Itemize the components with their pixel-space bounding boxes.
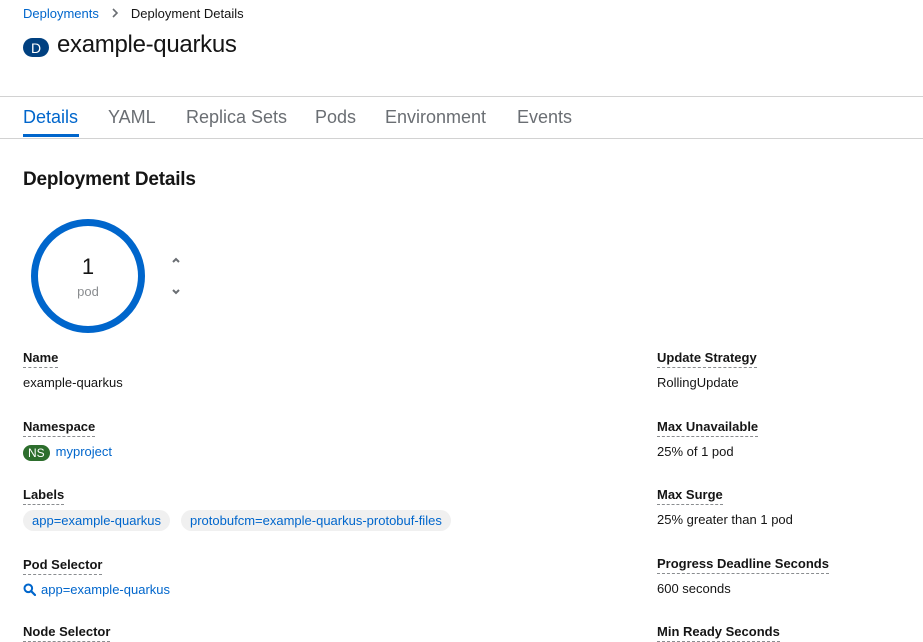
search-icon — [23, 583, 36, 596]
namespace-value: NS myproject — [23, 444, 112, 461]
breadcrumb-deployments-link[interactable]: Deployments — [23, 6, 99, 21]
labels-label: Labels — [23, 487, 65, 505]
pod-count: 1 — [81, 254, 95, 279]
section-title: Deployment Details — [23, 169, 196, 190]
active-tab-indicator — [23, 134, 79, 137]
namespace-badge: NS — [23, 444, 50, 461]
progress-deadline-value: 600 seconds — [657, 581, 731, 596]
tab-pods[interactable]: Pods — [315, 107, 356, 128]
tab-yaml[interactable]: YAML — [108, 107, 156, 128]
max-surge-label: Max Surge — [657, 487, 723, 505]
tab-replica-sets[interactable]: Replica Sets — [186, 107, 287, 128]
pod-selector-link[interactable]: app=example-quarkus — [23, 582, 170, 597]
breadcrumb-current: Deployment Details — [130, 5, 244, 21]
tab-events[interactable]: Events — [517, 107, 572, 128]
name-label: Name — [23, 350, 59, 368]
pod-selector-label: Pod Selector — [23, 557, 103, 575]
tab-environment[interactable]: Environment — [385, 107, 486, 128]
namespace-link[interactable]: myproject — [56, 444, 112, 459]
max-unavailable-label: Max Unavailable — [657, 419, 759, 437]
update-strategy-label: Update Strategy — [657, 350, 757, 368]
tab-bar: Details YAML Replica Sets Pods Environme… — [0, 96, 923, 139]
max-surge-value: 25% greater than 1 pod — [657, 512, 793, 527]
node-selector-label: Node Selector — [23, 624, 111, 642]
label-chip[interactable]: protobufcm=example-quarkus-protobuf-file… — [181, 510, 451, 531]
pod-selector-value: app=example-quarkus — [41, 582, 170, 597]
page-header: D example-quarkus — [23, 31, 237, 59]
progress-deadline-label: Progress Deadline Seconds — [657, 556, 829, 574]
tab-details[interactable]: Details — [23, 107, 78, 128]
name-value: example-quarkus — [23, 375, 123, 390]
update-strategy-value: RollingUpdate — [657, 375, 739, 390]
chevron-right-icon — [111, 8, 119, 18]
max-unavailable-value: 25% of 1 pod — [657, 444, 734, 459]
min-ready-label: Min Ready Seconds — [657, 624, 780, 642]
page-title: example-quarkus — [57, 31, 237, 58]
scale-down-button[interactable] — [168, 284, 184, 300]
pod-count-unit: pod — [77, 284, 99, 299]
chevron-down-icon — [172, 289, 180, 295]
namespace-label: Namespace — [23, 419, 96, 437]
breadcrumb: Deployments Deployment Details — [23, 4, 244, 22]
label-chip[interactable]: app=example-quarkus — [23, 510, 170, 531]
scale-up-button[interactable] — [168, 252, 184, 268]
chevron-up-icon — [172, 257, 180, 263]
deployment-kind-badge: D — [23, 38, 49, 57]
